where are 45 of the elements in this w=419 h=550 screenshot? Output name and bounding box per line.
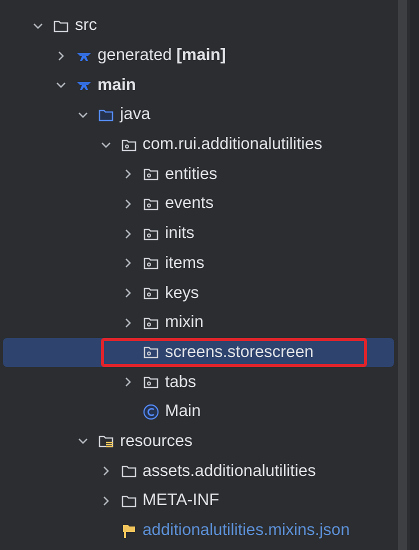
package-folder-icon bbox=[143, 166, 159, 182]
tree-row[interactable]: java bbox=[3, 100, 394, 130]
tree-item-label[interactable]: Main bbox=[165, 402, 201, 422]
tree-row[interactable]: assets.additionalutilities bbox=[3, 456, 394, 486]
tree-row[interactable]: Main bbox=[3, 396, 394, 427]
package-folder-icon bbox=[143, 285, 159, 302]
tree-item-label[interactable]: mixin bbox=[165, 313, 204, 332]
tree-item-label[interactable]: entities bbox=[165, 164, 218, 184]
package-folder-icon bbox=[143, 374, 159, 390]
tree-row[interactable]: keys bbox=[3, 278, 394, 308]
tree-row[interactable]: tabs bbox=[3, 367, 394, 397]
package-folder-icon bbox=[143, 255, 159, 272]
selected-tree-row[interactable]: screens.storescreen bbox=[3, 338, 394, 368]
tree-row[interactable]: additionalutilities.mixins.json bbox=[3, 516, 394, 546]
tree-row[interactable]: inits bbox=[3, 218, 394, 248]
tree-row[interactable]: items bbox=[3, 248, 394, 278]
tree-item-label[interactable]: META-INF bbox=[142, 491, 220, 510]
tree-item-label[interactable]: tabs bbox=[165, 372, 196, 392]
tree-item-label[interactable]: keys bbox=[165, 284, 199, 303]
folder-icon bbox=[120, 463, 136, 480]
json-file-icon bbox=[120, 522, 136, 539]
tree-item-label[interactable]: additionalutilities.mixins.json bbox=[142, 521, 350, 540]
tree-item-label[interactable]: src bbox=[75, 16, 97, 36]
package-folder-icon bbox=[143, 344, 159, 360]
tree-row[interactable]: src bbox=[3, 11, 394, 41]
tree-item-label[interactable]: com.rui.additionalutilities bbox=[142, 135, 322, 154]
tree-row[interactable]: com.rui.additionalutilities bbox=[3, 130, 394, 160]
tree-item-label[interactable]: items bbox=[165, 254, 204, 273]
tree-item-label[interactable]: resources bbox=[120, 432, 192, 451]
tree-item-label[interactable]: assets.additionalutilities bbox=[142, 462, 316, 481]
tree-item-label[interactable]: screens.storescreen bbox=[165, 342, 314, 362]
tree-row[interactable]: events bbox=[3, 189, 394, 219]
tree-item-label[interactable]: inits bbox=[165, 224, 194, 244]
tree-row[interactable]: generated [main] bbox=[3, 40, 394, 70]
tree-row[interactable]: resources bbox=[3, 426, 394, 456]
tree-item-label[interactable]: generated [main] bbox=[98, 46, 226, 66]
tree-row[interactable]: mixin bbox=[3, 308, 394, 338]
tree-item-label[interactable]: java bbox=[120, 105, 150, 124]
class-icon bbox=[143, 404, 159, 420]
tree-item-label[interactable]: events bbox=[165, 194, 214, 214]
resources-folder-icon bbox=[98, 433, 114, 450]
tree-row[interactable]: META-INF bbox=[3, 486, 394, 516]
tree-row[interactable]: main bbox=[3, 70, 394, 100]
tree-item-label[interactable]: main bbox=[98, 76, 136, 95]
tree-row[interactable]: entities bbox=[3, 159, 394, 190]
